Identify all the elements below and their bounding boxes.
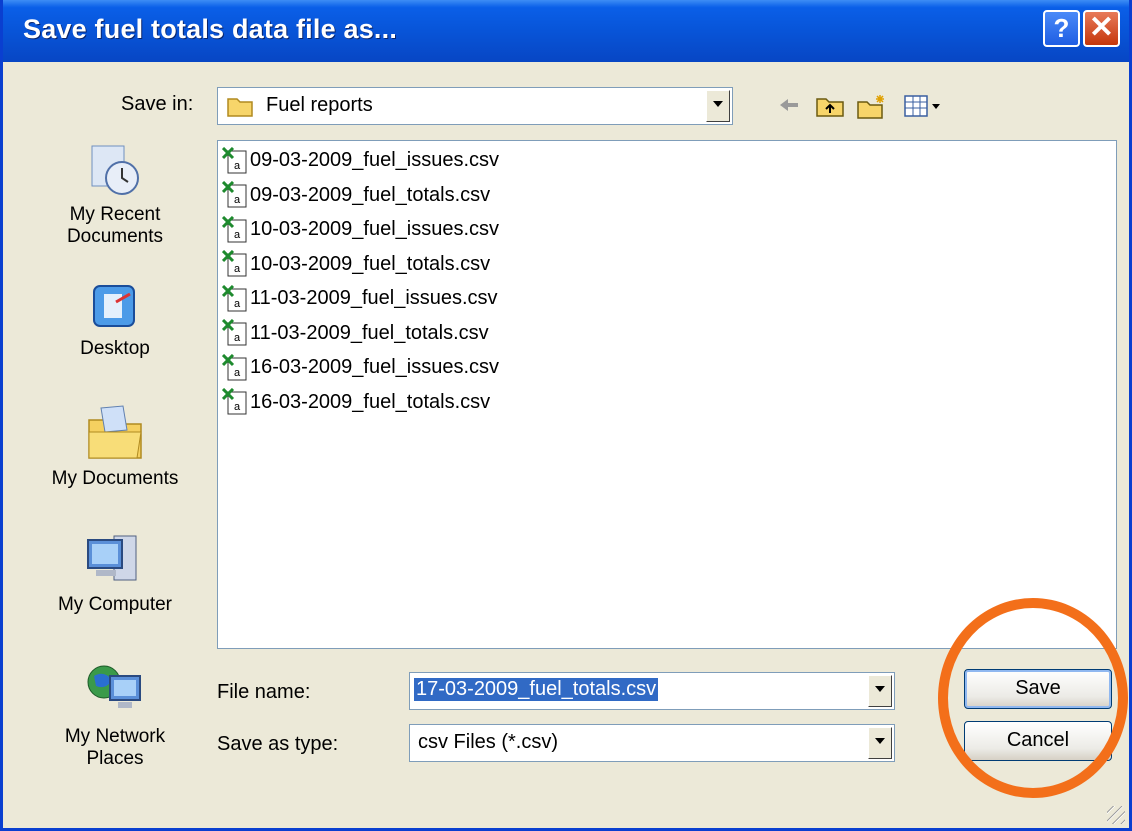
- file-name: 16-03-2009_fuel_issues.csv: [250, 356, 500, 378]
- place-label: My Computer: [57, 594, 173, 615]
- new-folder-icon[interactable]: [856, 94, 888, 120]
- file-name-label: File name:: [217, 681, 311, 703]
- csv-file-icon: a: [222, 181, 247, 208]
- place-recent-documents[interactable]: My Recent Documents: [50, 140, 180, 248]
- svg-text:a: a: [234, 332, 241, 344]
- save-type-label: Save as type:: [217, 733, 339, 755]
- file-item[interactable]: a 16-03-2009_fuel_issues.csv: [222, 352, 499, 382]
- place-network[interactable]: My Network Places: [50, 660, 180, 770]
- file-name: 10-03-2009_fuel_totals.csv: [250, 252, 491, 275]
- place-label: My Documents: [51, 468, 179, 489]
- csv-file-icon: a: [222, 353, 247, 381]
- folder-icon: [227, 98, 253, 117]
- file-list[interactable]: a 09-03-2009_fuel_issues.csva 09-03-2009_f…: [217, 140, 1117, 649]
- file-item[interactable]: a 11-03-2009_fuel_issues.csv: [222, 283, 498, 313]
- file-item[interactable]: a 11-03-2009_fuel_totals.csv: [222, 318, 489, 348]
- dialog-title: Save fuel totals data file as...: [23, 14, 398, 44]
- file-item[interactable]: a 16-03-2009_fuel_totals.csv: [222, 387, 490, 417]
- svg-text:a: a: [234, 401, 241, 413]
- network-places-icon: [87, 665, 141, 708]
- file-name: 16-03-2009_fuel_totals.csv: [250, 390, 491, 413]
- title-bar[interactable]: Save fuel totals data file as... ? ✕: [3, 0, 1129, 62]
- file-item[interactable]: a 09-03-2009_fuel_totals.csv: [222, 180, 490, 210]
- file-item[interactable]: a 10-03-2009_fuel_issues.csv: [222, 214, 499, 244]
- back-arrow-icon[interactable]: [776, 94, 802, 116]
- save-type-value: csv Files (*.csv): [418, 731, 558, 753]
- svg-text:a: a: [234, 298, 241, 310]
- file-name: 10-03-2009_fuel_issues.csv: [250, 218, 500, 240]
- file-name: 11-03-2009_fuel_issues.csv: [250, 287, 498, 309]
- csv-file-icon: a: [222, 146, 247, 174]
- chevron-down-icon[interactable]: [868, 675, 892, 707]
- my-computer-icon: [87, 535, 137, 581]
- place-my-computer[interactable]: My Computer: [50, 530, 180, 616]
- save-in-value: Fuel reports: [266, 94, 373, 116]
- csv-file-icon: a: [222, 215, 247, 243]
- view-menu-icon[interactable]: [903, 94, 943, 118]
- file-item[interactable]: a 09-03-2009_fuel_issues.csv: [222, 145, 499, 175]
- csv-file-icon: a: [222, 284, 247, 312]
- save-type-dropdown[interactable]: csv Files (*.csv): [409, 724, 895, 762]
- desktop-icon: [93, 285, 135, 327]
- resize-grip[interactable]: [1107, 806, 1125, 824]
- recent-documents-icon: [91, 145, 139, 195]
- file-item[interactable]: a 10-03-2009_fuel_totals.csv: [222, 249, 490, 279]
- save-dialog: Save fuel totals data file as... ? ✕ Sav…: [0, 0, 1132, 831]
- place-label: My Recent Documents: [66, 204, 164, 247]
- svg-text:a: a: [234, 194, 241, 206]
- svg-text:a: a: [234, 229, 241, 241]
- svg-text:a: a: [234, 367, 241, 379]
- place-my-documents[interactable]: My Documents: [50, 402, 180, 490]
- place-label: My Network Places: [64, 726, 166, 769]
- close-button[interactable]: ✕: [1083, 10, 1120, 47]
- csv-file-icon: a: [222, 388, 247, 415]
- file-name: 09-03-2009_fuel_issues.csv: [250, 149, 500, 171]
- save-button[interactable]: Save: [964, 669, 1112, 709]
- save-in-label: Save in:: [121, 93, 194, 115]
- file-name-input[interactable]: 17-03-2009_fuel_totals.csv: [409, 672, 895, 710]
- place-label: Desktop: [80, 338, 150, 359]
- save-in-dropdown[interactable]: Fuel reports: [217, 87, 733, 125]
- svg-text:a: a: [234, 263, 241, 275]
- places-bar: My Recent Documents Desktop My Documents: [50, 140, 180, 820]
- cancel-button[interactable]: Cancel: [964, 721, 1112, 761]
- up-folder-icon[interactable]: [815, 94, 845, 118]
- file-name: 11-03-2009_fuel_totals.csv: [250, 321, 489, 344]
- my-documents-icon: [88, 405, 142, 459]
- chevron-down-icon[interactable]: [706, 90, 730, 122]
- place-desktop[interactable]: Desktop: [50, 280, 180, 360]
- help-button[interactable]: ?: [1043, 10, 1080, 47]
- csv-file-icon: a: [222, 319, 247, 346]
- chevron-down-icon[interactable]: [868, 727, 892, 759]
- svg-text:a: a: [234, 160, 241, 172]
- file-name-value: 17-03-2009_fuel_totals.csv: [414, 678, 659, 701]
- csv-file-icon: a: [222, 250, 247, 277]
- file-name: 09-03-2009_fuel_totals.csv: [250, 183, 491, 206]
